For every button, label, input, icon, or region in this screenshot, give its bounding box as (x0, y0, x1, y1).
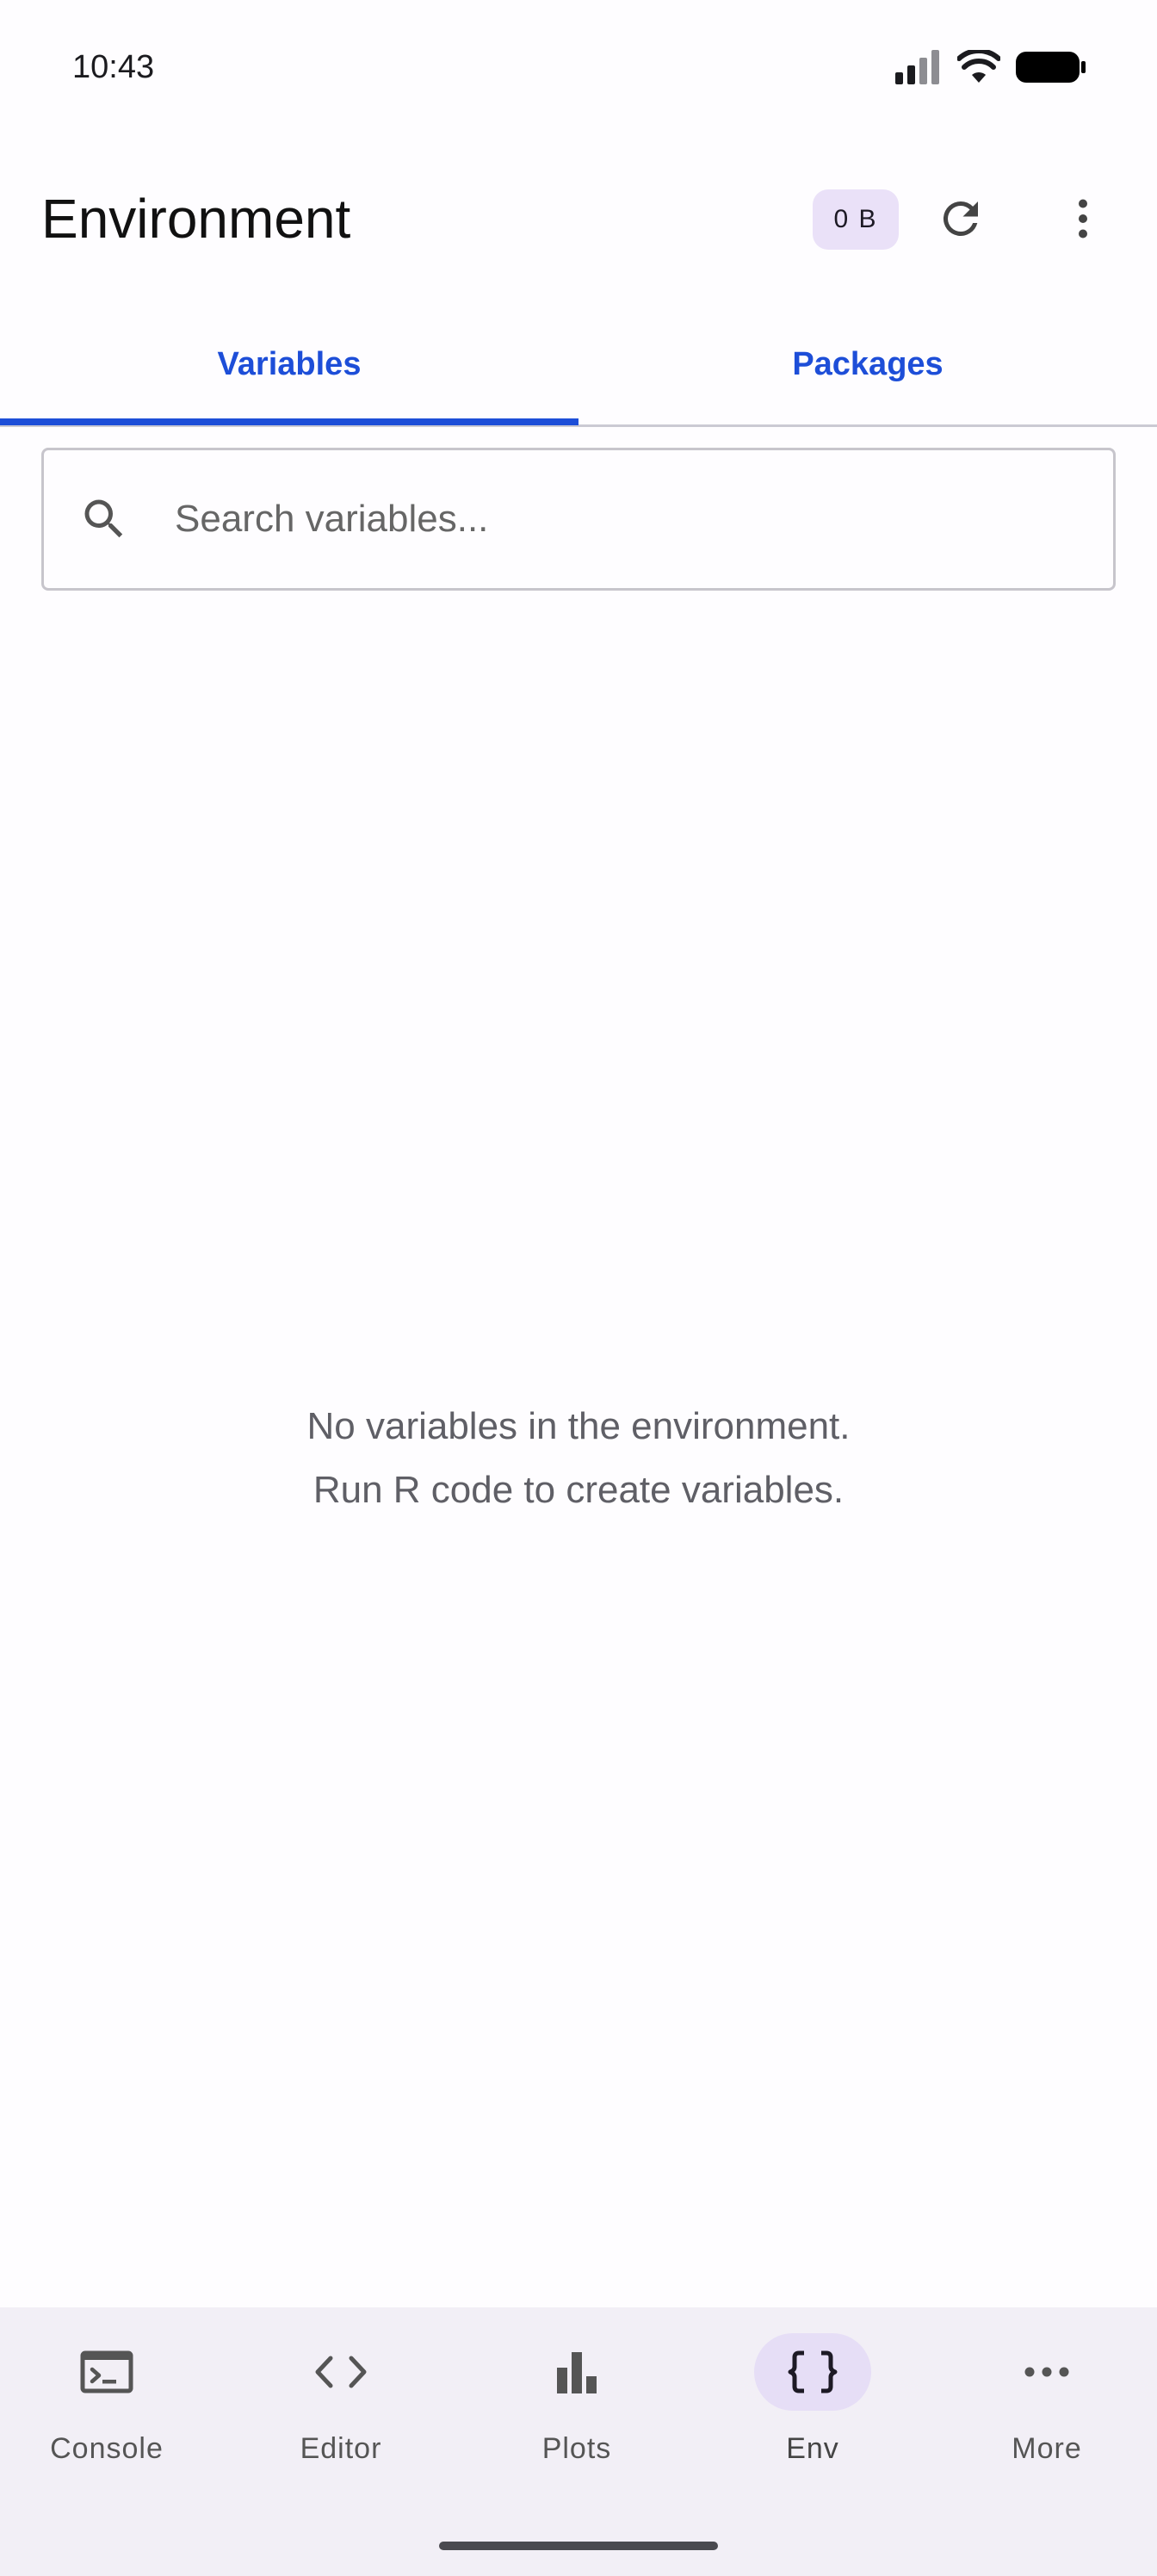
braces-icon (788, 2350, 838, 2393)
page-title: Environment (41, 188, 351, 250)
nav-pill-console (48, 2333, 165, 2411)
bar-chart-icon (557, 2352, 597, 2393)
nav-label-editor: Editor (300, 2432, 382, 2465)
nav-pill-more (988, 2333, 1105, 2411)
nav-pill-plots (518, 2333, 635, 2411)
empty-state: No variables in the environment. Run R c… (0, 1395, 1157, 1522)
bottom-navigation: Console Editor Plots Env More (0, 2307, 1157, 2576)
wifi-icon (957, 50, 1000, 83)
nav-pill-env (754, 2333, 871, 2411)
nav-label-more: More (1012, 2432, 1082, 2465)
nav-label-plots: Plots (541, 2432, 612, 2465)
code-icon (315, 2356, 367, 2388)
more-vertical-icon (1079, 199, 1087, 238)
nav-item-plots[interactable]: Plots (491, 2333, 663, 2488)
tab-variables[interactable]: Variables (0, 301, 578, 427)
nav-label-console: Console (50, 2432, 164, 2465)
nav-item-env[interactable]: Env (727, 2333, 899, 2488)
nav-pill-editor (282, 2333, 399, 2411)
empty-state-line-1: No variables in the environment. (306, 1405, 851, 1447)
overflow-menu-button[interactable] (1045, 181, 1121, 257)
empty-state-line-2: Run R code to create variables. (312, 1469, 845, 1511)
nav-item-editor[interactable]: Editor (255, 2333, 427, 2488)
memory-size-chip[interactable]: 0 B (813, 189, 899, 250)
search-box[interactable] (41, 448, 1116, 591)
tab-indicator (0, 418, 578, 425)
more-horizontal-icon (1024, 2367, 1069, 2377)
nav-item-more[interactable]: More (961, 2333, 1133, 2488)
battery-icon (1016, 52, 1086, 83)
nav-item-console[interactable]: Console (21, 2333, 193, 2488)
refresh-button[interactable] (923, 181, 999, 257)
status-time: 10:43 (72, 49, 155, 85)
status-icons (895, 48, 1086, 86)
search-input[interactable] (175, 478, 1079, 560)
search-icon (84, 499, 123, 538)
nav-label-env: Env (786, 2432, 839, 2465)
refresh-icon (943, 201, 978, 236)
tab-packages[interactable]: Packages (578, 301, 1157, 427)
tab-bar: Variables Packages (0, 301, 1157, 427)
signal-icon (895, 50, 939, 84)
home-indicator[interactable] (439, 2542, 718, 2550)
terminal-icon (80, 2350, 133, 2393)
